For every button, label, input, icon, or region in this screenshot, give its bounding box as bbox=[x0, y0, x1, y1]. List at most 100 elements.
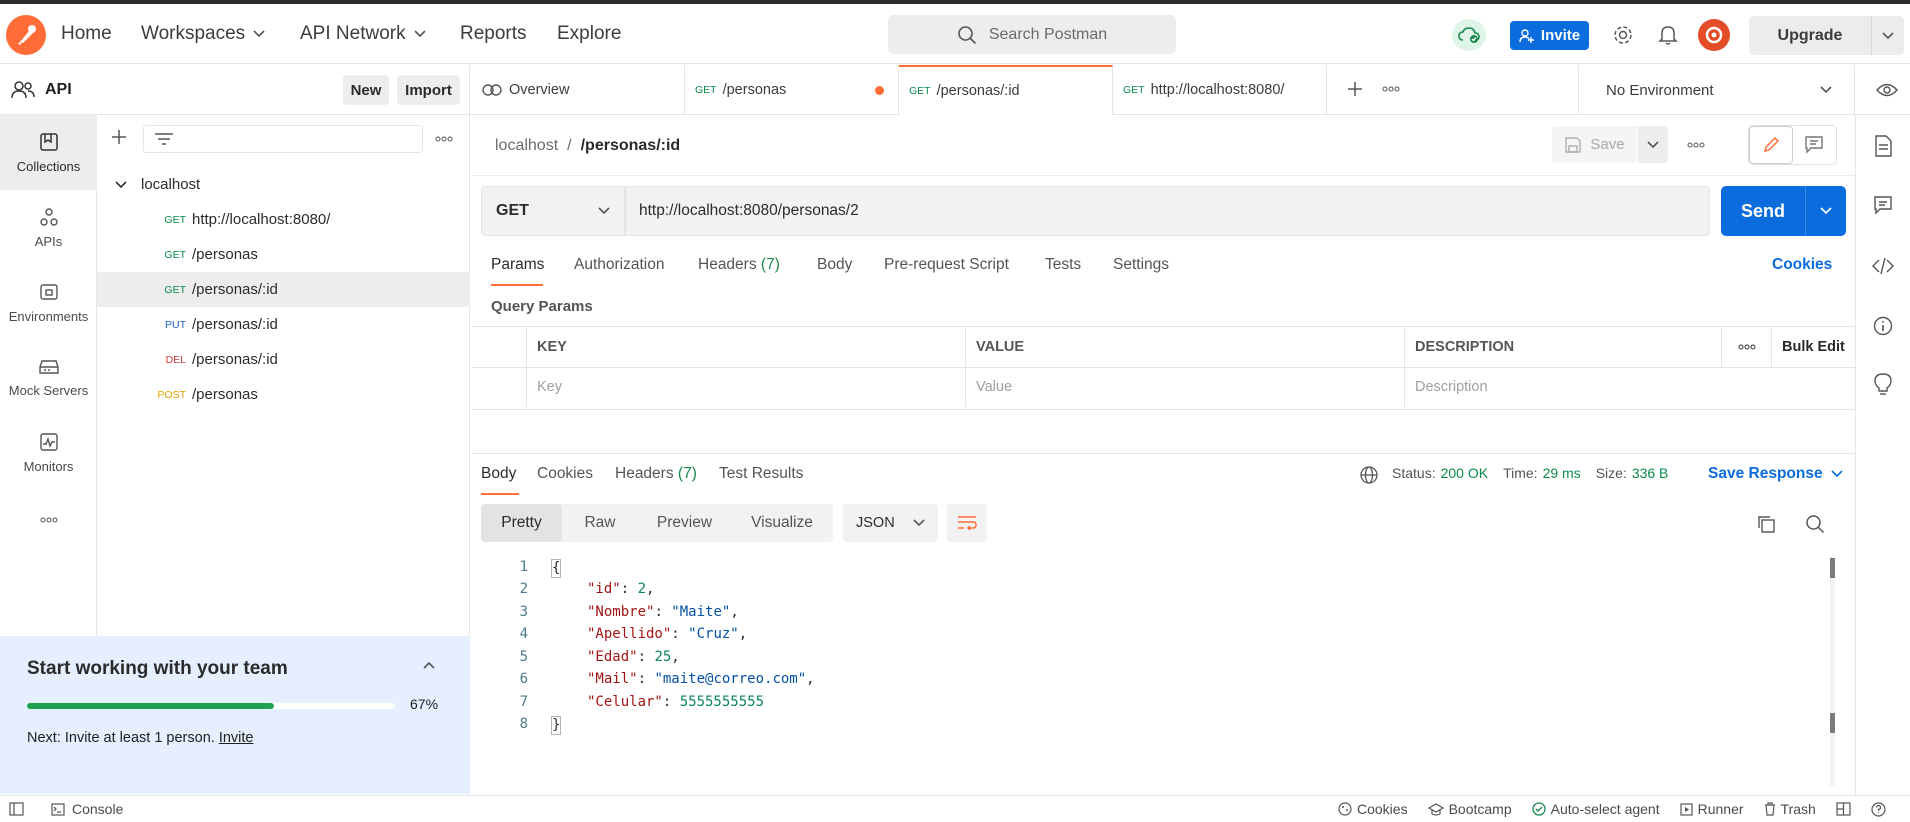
response-tab-cookies[interactable]: Cookies bbox=[537, 465, 593, 483]
comment-icon[interactable] bbox=[1873, 195, 1893, 215]
more-icon[interactable] bbox=[435, 136, 453, 142]
size-value[interactable]: 336 B bbox=[1632, 465, 1669, 481]
save-options-button[interactable] bbox=[1638, 126, 1668, 163]
tree-request-item[interactable]: POST /personas bbox=[97, 377, 470, 412]
upgrade-button[interactable]: Upgrade bbox=[1749, 16, 1904, 55]
view-raw[interactable]: Raw bbox=[562, 514, 638, 532]
tab-settings[interactable]: Settings bbox=[1113, 256, 1169, 274]
upgrade-menu-button[interactable] bbox=[1872, 31, 1904, 40]
status-runner[interactable]: Runner bbox=[1680, 801, 1744, 817]
status-cookies[interactable]: Cookies bbox=[1338, 801, 1408, 817]
tab-headers[interactable]: Headers (7) bbox=[698, 256, 780, 274]
send-button[interactable]: Send bbox=[1721, 186, 1846, 236]
sidebar-item-monitors[interactable]: Monitors bbox=[0, 415, 97, 490]
cookies-link[interactable]: Cookies bbox=[1772, 256, 1832, 274]
more-icon[interactable] bbox=[0, 490, 97, 550]
status-value[interactable]: 200 OK bbox=[1441, 465, 1488, 481]
tab-overview[interactable]: Overview bbox=[471, 65, 685, 115]
url-input[interactable]: http://localhost:8080/personas/2 bbox=[625, 186, 1710, 236]
split-layout-icon[interactable] bbox=[1836, 802, 1851, 816]
tab-tests[interactable]: Tests bbox=[1045, 256, 1081, 274]
info-icon[interactable] bbox=[1873, 316, 1893, 336]
tab-get-personas-id-active[interactable]: GET /personas/:id bbox=[899, 65, 1113, 115]
breadcrumb-current[interactable]: /personas/:id bbox=[581, 137, 681, 155]
search-bar[interactable]: Search Postman bbox=[888, 15, 1176, 54]
code-scrollbar[interactable] bbox=[1830, 556, 1835, 786]
key-input[interactable]: Key bbox=[527, 367, 966, 407]
nav-explore[interactable]: Explore bbox=[557, 4, 621, 64]
invite-link[interactable]: Invite bbox=[219, 730, 254, 746]
postman-logo-icon[interactable] bbox=[6, 15, 46, 55]
sidebar-item-apis[interactable]: APIs bbox=[0, 190, 97, 265]
response-tab-headers[interactable]: Headers (7) bbox=[615, 465, 697, 483]
new-button[interactable]: New bbox=[343, 75, 389, 105]
cloud-sync-icon[interactable] bbox=[1452, 19, 1486, 51]
response-tab-body[interactable]: Body bbox=[481, 465, 516, 483]
tab-get-localhost[interactable]: GET http://localhost:8080/ bbox=[1113, 65, 1327, 115]
invite-button[interactable]: Invite bbox=[1510, 21, 1589, 50]
wrap-toggle-button[interactable] bbox=[947, 504, 987, 542]
collapse-icon[interactable] bbox=[423, 661, 435, 669]
collection-localhost[interactable]: localhost bbox=[97, 167, 470, 202]
nav-api-network[interactable]: API Network bbox=[300, 4, 426, 64]
sidebar-item-collections[interactable]: Collections bbox=[0, 115, 97, 190]
time-value[interactable]: 29 ms bbox=[1543, 465, 1581, 481]
nav-reports[interactable]: Reports bbox=[460, 4, 527, 64]
eye-icon[interactable] bbox=[1876, 82, 1898, 98]
tab-authorization[interactable]: Authorization bbox=[574, 256, 664, 274]
gear-icon[interactable] bbox=[1612, 24, 1634, 46]
nav-home[interactable]: Home bbox=[61, 4, 112, 64]
status-trash[interactable]: Trash bbox=[1764, 801, 1816, 817]
globe-icon[interactable] bbox=[1359, 465, 1379, 485]
send-options-button[interactable] bbox=[1806, 207, 1846, 215]
view-preview[interactable]: Preview bbox=[638, 514, 731, 532]
edit-mode-button[interactable] bbox=[1749, 126, 1793, 164]
layout-icon[interactable] bbox=[9, 802, 24, 816]
comment-mode-button[interactable] bbox=[1793, 126, 1836, 164]
tab-params[interactable]: Params bbox=[491, 256, 544, 274]
tree-request-item[interactable]: GET /personas bbox=[97, 237, 470, 272]
more-icon[interactable] bbox=[1722, 327, 1772, 367]
sidebar-item-environments[interactable]: Environments bbox=[0, 265, 97, 340]
workspace-name[interactable]: API bbox=[45, 81, 72, 99]
avatar-icon[interactable] bbox=[1698, 19, 1730, 51]
tab-get-personas[interactable]: GET /personas bbox=[685, 65, 899, 115]
copy-icon[interactable] bbox=[1756, 514, 1776, 534]
search-icon[interactable] bbox=[1805, 514, 1825, 534]
more-icon[interactable] bbox=[1687, 142, 1705, 148]
environment-selector[interactable]: No Environment bbox=[1578, 65, 1855, 115]
bulk-edit-button[interactable]: Bulk Edit bbox=[1772, 327, 1855, 367]
breadcrumb-parent[interactable]: localhost bbox=[495, 137, 558, 155]
description-input[interactable]: Description bbox=[1405, 367, 1855, 407]
filter-input[interactable] bbox=[143, 125, 423, 153]
lightbulb-icon[interactable] bbox=[1874, 373, 1892, 395]
method-select[interactable]: GET bbox=[481, 186, 625, 236]
save-button[interactable]: Save bbox=[1552, 126, 1637, 163]
status-bootcamp[interactable]: Bootcamp bbox=[1427, 801, 1512, 817]
tree-request-item[interactable]: PUT /personas/:id bbox=[97, 307, 470, 342]
tree-request-item[interactable]: DEL /personas/:id bbox=[97, 342, 470, 377]
sidebar-item-mock-servers[interactable]: Mock Servers bbox=[0, 340, 97, 415]
response-tab-test-results[interactable]: Test Results bbox=[719, 465, 803, 483]
document-icon[interactable] bbox=[1874, 135, 1892, 157]
value-input[interactable]: Value bbox=[966, 367, 1405, 407]
bell-icon[interactable] bbox=[1658, 24, 1678, 46]
status-agent[interactable]: Auto-select agent bbox=[1531, 801, 1660, 817]
save-response-button[interactable]: Save Response bbox=[1708, 465, 1843, 483]
console-button[interactable]: Console bbox=[51, 796, 123, 822]
code-icon[interactable] bbox=[1872, 257, 1894, 275]
import-button[interactable]: Import bbox=[397, 75, 460, 105]
nav-workspaces[interactable]: Workspaces bbox=[141, 4, 265, 64]
tree-request-item-selected[interactable]: GET /personas/:id bbox=[97, 272, 470, 307]
tab-body[interactable]: Body bbox=[817, 256, 852, 274]
plus-icon[interactable] bbox=[111, 129, 127, 145]
more-icon[interactable] bbox=[1382, 86, 1400, 92]
view-visualize[interactable]: Visualize bbox=[731, 514, 833, 532]
format-select[interactable]: JSON bbox=[843, 504, 938, 542]
view-pretty[interactable]: Pretty bbox=[481, 504, 562, 542]
help-icon[interactable] bbox=[1871, 801, 1886, 817]
tab-pre-request-script[interactable]: Pre-request Script bbox=[884, 256, 1009, 274]
progress-fill bbox=[27, 703, 274, 709]
tree-request-item[interactable]: GET http://localhost:8080/ bbox=[97, 202, 470, 237]
plus-icon[interactable] bbox=[1347, 81, 1363, 97]
